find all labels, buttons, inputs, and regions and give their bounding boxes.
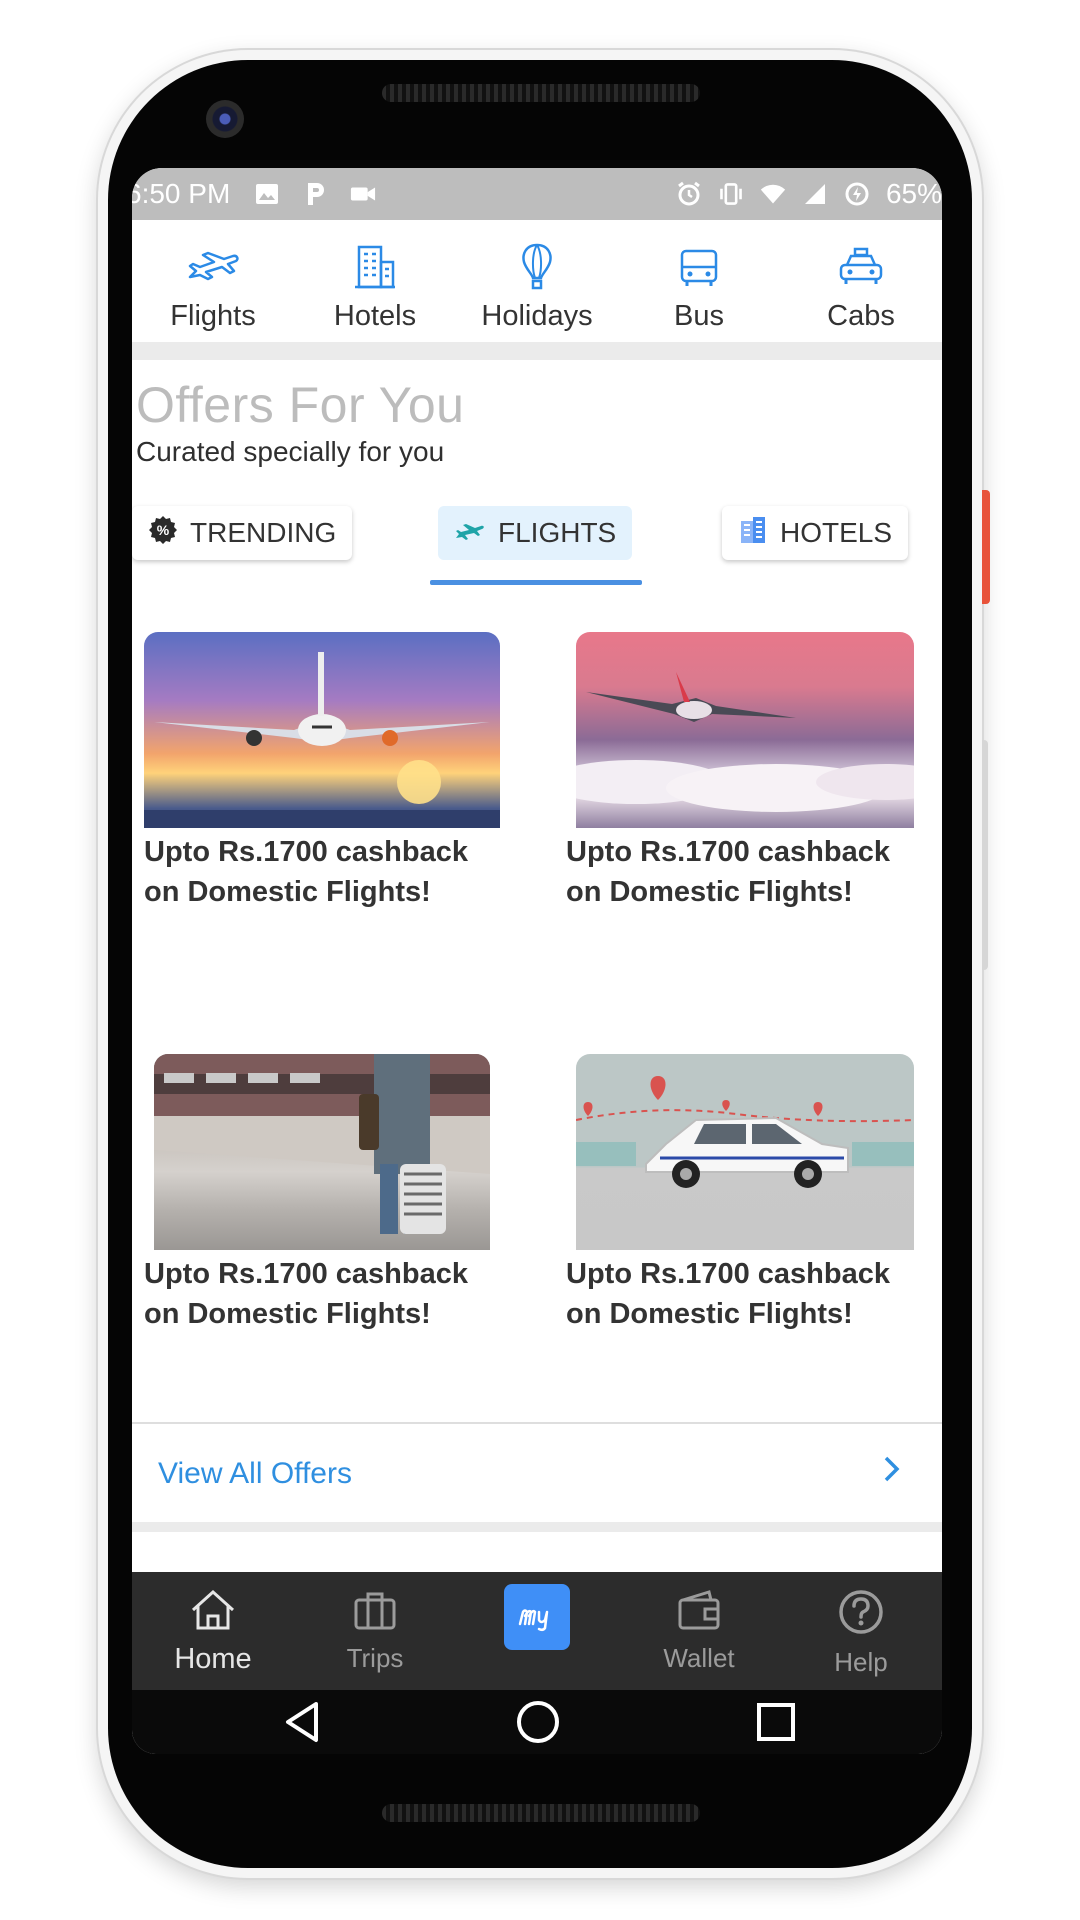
category-bus[interactable]: Bus [618, 220, 780, 342]
bottom-nav-logo[interactable] [456, 1572, 618, 1690]
category-nav: Flights Hotels Holidays Bus Cabs [132, 220, 942, 360]
category-label: Flights [170, 300, 256, 332]
category-cabs[interactable]: Cabs [780, 220, 942, 342]
category-label: Cabs [827, 300, 895, 332]
battery-percentage: 65% [885, 178, 942, 209]
offer-text: Upto Rs.1700 cashback on Domestic Flight… [144, 836, 468, 908]
offers-subtitle: Curated specially for you [136, 436, 445, 467]
back-icon[interactable] [272, 1690, 332, 1754]
video-camera-icon [350, 181, 376, 207]
wifi-icon [760, 181, 786, 207]
bottom-nav-help[interactable]: Help [780, 1572, 942, 1690]
power-button [982, 490, 990, 604]
offer-image-airplane-sunset[interactable] [144, 632, 500, 828]
svg-text:%: % [157, 522, 170, 538]
home-circle-icon[interactable] [508, 1690, 568, 1754]
offers-title: Offers For You [136, 377, 465, 433]
status-time: 6:50 PM [132, 178, 231, 209]
bottom-nav: Home Trips Wallet Help [132, 1572, 942, 1690]
taxi-icon [833, 242, 889, 292]
status-bar: 6:50 PM 65% [132, 168, 942, 220]
offer-image-cab-with-map-pins[interactable] [576, 1054, 914, 1250]
hotel-icon [738, 515, 768, 552]
vibrate-icon [718, 181, 744, 207]
category-label: Bus [674, 300, 724, 332]
alarm-icon [676, 181, 702, 207]
bottom-nav-wallet[interactable]: Wallet [618, 1572, 780, 1690]
offer-image-airplane-above-clouds[interactable] [576, 632, 914, 828]
volume-button [982, 740, 988, 970]
cell-signal-icon [802, 181, 828, 207]
hot-air-balloon-icon [509, 242, 565, 292]
bottom-nav-trips[interactable]: Trips [294, 1572, 456, 1690]
system-nav-bar [132, 1690, 942, 1754]
offer-image-traveler-with-luggage[interactable] [154, 1054, 490, 1250]
chevron-right-icon [882, 1454, 902, 1492]
tab-trending[interactable]: % TRENDING [132, 506, 353, 560]
paytm-notification-icon [302, 181, 328, 207]
wallet-icon [675, 1588, 723, 1637]
category-label: Holidays [481, 300, 593, 332]
bottom-nav-label: Home [174, 1643, 252, 1675]
category-holidays[interactable]: Holidays [456, 220, 618, 342]
bottom-nav-label: Help [834, 1647, 888, 1677]
category-label: Hotels [333, 300, 417, 332]
tab-label: TRENDING [190, 517, 337, 548]
category-hotels[interactable]: Hotels [294, 220, 456, 342]
bottom-nav-label: Wallet [663, 1643, 735, 1673]
home-icon [189, 1588, 237, 1637]
category-flights[interactable]: Flights [132, 220, 294, 342]
selected-tab-indicator [430, 580, 642, 585]
front-camera [206, 100, 244, 138]
tab-label: FLIGHTS [498, 517, 617, 548]
app-screen: 6:50 PM 65% Flights Hotels Holidays Bus … [132, 168, 942, 1754]
hotel-building-icon [347, 242, 403, 292]
section-separator [132, 1522, 942, 1532]
image-notification-icon [254, 181, 280, 207]
offer-text: Upto Rs.1700 cashback on Domestic Flight… [566, 836, 890, 908]
offer-text: Upto Rs.1700 cashback on Domestic Flight… [144, 1258, 468, 1330]
offer-text: Upto Rs.1700 cashback on Domestic Flight… [566, 1258, 890, 1330]
suitcase-icon [351, 1588, 399, 1637]
battery-saver-icon [844, 181, 870, 207]
airplane-takeoff-icon [454, 517, 486, 549]
tab-flights[interactable]: FLIGHTS [438, 506, 633, 560]
makemytrip-logo-icon [504, 1584, 570, 1650]
percent-badge-icon: % [148, 515, 178, 552]
bottom-speaker [382, 1804, 700, 1822]
tab-hotels[interactable]: HOTELS [722, 506, 909, 560]
recents-square-icon[interactable] [746, 1690, 806, 1754]
bottom-nav-home[interactable]: Home [132, 1572, 294, 1690]
help-circle-icon [837, 1588, 885, 1641]
bottom-nav-label: Trips [346, 1643, 404, 1673]
tab-label: HOTELS [780, 517, 893, 548]
view-all-label: View All Offers [158, 1457, 352, 1490]
bus-icon [671, 242, 727, 292]
airplane-icon [185, 242, 241, 292]
top-speaker [382, 84, 700, 102]
view-all-offers-link[interactable]: View All Offers [132, 1424, 942, 1524]
